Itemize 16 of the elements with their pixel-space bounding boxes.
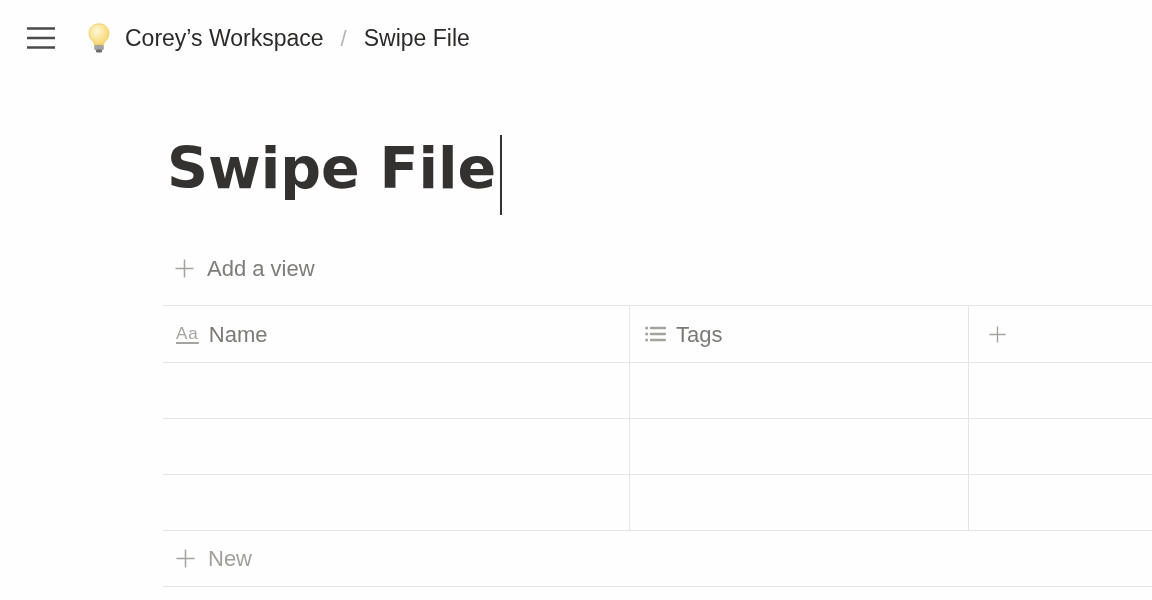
breadcrumb-link[interactable]: Corey’s Workspace	[88, 23, 324, 53]
lightbulb-icon	[88, 23, 110, 53]
plus-icon	[989, 325, 1006, 343]
menu-icon	[27, 27, 55, 49]
column-header[interactable]: Aa Name	[176, 317, 268, 351]
plus-icon	[175, 258, 194, 278]
page-title[interactable]: Swipe File	[167, 128, 497, 208]
plus-icon	[176, 549, 195, 568]
breadcrumb-link[interactable]: Swipe File	[363, 23, 470, 53]
new-row-button[interactable]: New	[176, 542, 252, 575]
list-icon	[645, 326, 666, 342]
add-view-button[interactable]: Add a view	[175, 251, 315, 285]
menu-button[interactable]	[27, 27, 55, 49]
breadcrumb-separator: /	[340, 24, 347, 53]
text-property-icon: Aa	[176, 324, 199, 344]
column-header[interactable]: Tags	[645, 317, 723, 351]
